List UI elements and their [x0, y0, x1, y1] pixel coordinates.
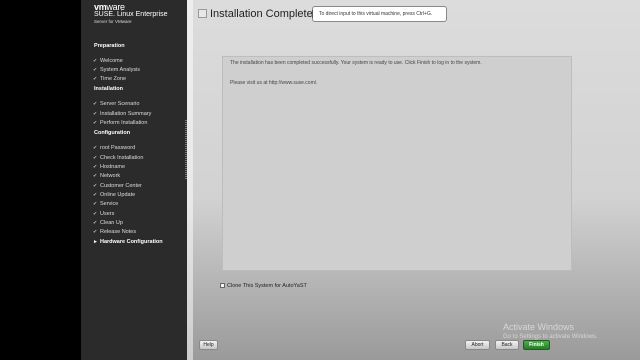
step-welcome: ✔ Welcome — [93, 58, 123, 64]
step-clean-up: ✔ Clean Up — [93, 220, 123, 226]
checkmark-icon: ✔ — [93, 145, 98, 151]
activate-windows-hint: Go to Settings to activate Windows. — [503, 334, 598, 340]
step-network: ✔ Network — [93, 173, 121, 179]
back-button[interactable]: Back — [495, 340, 519, 350]
product-edition: Server for VMware — [94, 19, 132, 24]
clone-autoyast-checkbox[interactable]: Clone This System for AutoYaST — [220, 283, 307, 290]
checkmark-icon: ✔ — [93, 120, 98, 126]
checkmark-icon: ✔ — [93, 111, 98, 117]
checkmark-icon: ✔ — [93, 183, 98, 189]
installation-completed-icon — [198, 9, 207, 18]
section-preparation: Preparation — [94, 43, 125, 49]
checkmark-icon: ✔ — [93, 101, 98, 107]
help-button[interactable]: Help — [199, 340, 218, 350]
checkmark-icon: ✔ — [93, 192, 98, 198]
checkmark-icon: ✔ — [93, 211, 98, 217]
content-divider — [187, 0, 193, 360]
checkmark-icon: ✔ — [93, 201, 98, 207]
completion-message: The installation has been completed succ… — [230, 60, 482, 66]
step-release-notes: ✔ Release Notes — [93, 229, 137, 235]
step-system-analysis: ✔ System Analysis — [93, 67, 141, 73]
step-customer-center: ✔ Customer Center — [93, 183, 142, 189]
step-hardware-configuration: ► Hardware Configuration — [93, 239, 163, 245]
checkmark-icon: ✔ — [93, 58, 98, 64]
step-root-password: ✔ root Password — [93, 145, 136, 151]
step-perform-installation: ✔ Perform Installation — [93, 120, 148, 126]
checkmark-icon: ✔ — [93, 164, 98, 170]
step-hostname: ✔ Hostname — [93, 164, 126, 170]
installer-sidebar — [81, 0, 187, 360]
step-users: ✔ Users — [93, 211, 115, 217]
checkmark-icon: ✔ — [93, 67, 98, 73]
section-installation: Installation — [94, 86, 124, 92]
product-name: SUSE. Linux Enterprise — [94, 11, 168, 18]
page-title: Installation Completed — [210, 8, 319, 20]
step-time-zone: ✔ Time Zone — [93, 76, 127, 82]
arrow-right-icon: ► — [93, 239, 98, 245]
checkmark-icon: ✔ — [93, 76, 98, 82]
checkmark-icon: ✔ — [93, 229, 98, 235]
step-installation-summary: ✔ Installation Summary — [93, 111, 152, 117]
step-online-update: ✔ Online Update — [93, 192, 136, 198]
checkbox-icon[interactable] — [220, 283, 225, 288]
activate-windows-watermark: Activate Windows — [503, 322, 575, 332]
step-server-scenario: ✔ Server Scenario — [93, 101, 140, 107]
clone-autoyast-label: Clone This System for AutoYaST — [227, 283, 307, 289]
vm-input-tooltip: To direct input to this virtual machine,… — [312, 6, 447, 22]
section-configuration: Configuration — [94, 130, 131, 136]
finish-button[interactable]: Finish — [523, 340, 550, 350]
visit-link-text: Please visit us at http://www.suse.com/. — [230, 80, 318, 86]
step-service: ✔ Service — [93, 201, 119, 207]
checkmark-icon: ✔ — [93, 173, 98, 179]
message-panel — [222, 56, 572, 271]
vm-console: vmware SUSE. Linux Enterprise Server for… — [0, 0, 640, 360]
checkmark-icon: ✔ — [93, 155, 98, 161]
step-check-installation: ✔ Check Installation — [93, 155, 144, 161]
checkmark-icon: ✔ — [93, 220, 98, 226]
abort-button[interactable]: Abort — [465, 340, 490, 350]
